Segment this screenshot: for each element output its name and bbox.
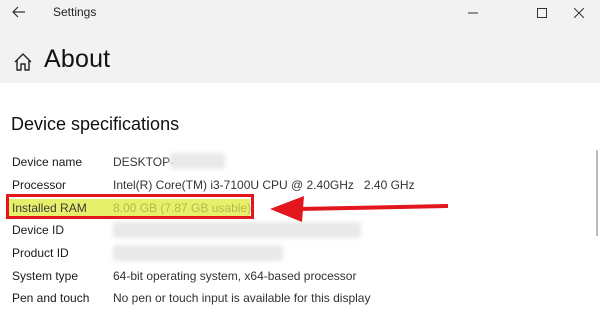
spec-label-product-id: Product ID <box>12 246 69 260</box>
spec-label-device-id: Device ID <box>12 223 65 237</box>
redacted-product-id <box>113 245 283 261</box>
ram-highlight-box <box>6 194 254 219</box>
arrow-annotation-icon <box>270 196 449 222</box>
spec-value-device-name: DESKTOP- <box>113 155 175 169</box>
spec-label-pen-touch: Pen and touch <box>12 291 90 305</box>
back-arrow-icon <box>12 6 25 18</box>
page-header: About <box>0 25 600 83</box>
minimize-icon <box>468 12 478 13</box>
settings-window: Settings About Device specifications Dev… <box>0 0 600 313</box>
spec-value-pen-touch: No pen or touch input is available for t… <box>113 291 371 305</box>
section-title: Device specifications <box>11 114 180 134</box>
spec-label-processor: Processor <box>12 178 67 192</box>
back-button[interactable] <box>8 2 30 22</box>
close-icon <box>574 7 584 18</box>
title-bar: Settings <box>0 0 600 25</box>
page-title: About <box>44 45 111 73</box>
spec-label-device-name: Device name <box>12 155 83 169</box>
close-button[interactable] <box>558 0 600 25</box>
spec-label-system-type: System type <box>12 269 79 283</box>
app-title: Settings <box>53 5 97 19</box>
maximize-icon <box>537 7 547 18</box>
spec-value-system-type: 64-bit operating system, x64-based proce… <box>113 269 357 283</box>
spec-value-processor: Intel(R) Core(TM) i3-7100U CPU @ 2.40GHz… <box>113 178 415 192</box>
scrollbar[interactable] <box>596 150 598 236</box>
home-icon <box>14 53 32 71</box>
redacted-device-name <box>170 153 225 169</box>
redacted-device-id <box>113 222 361 238</box>
minimize-button[interactable] <box>450 0 496 25</box>
